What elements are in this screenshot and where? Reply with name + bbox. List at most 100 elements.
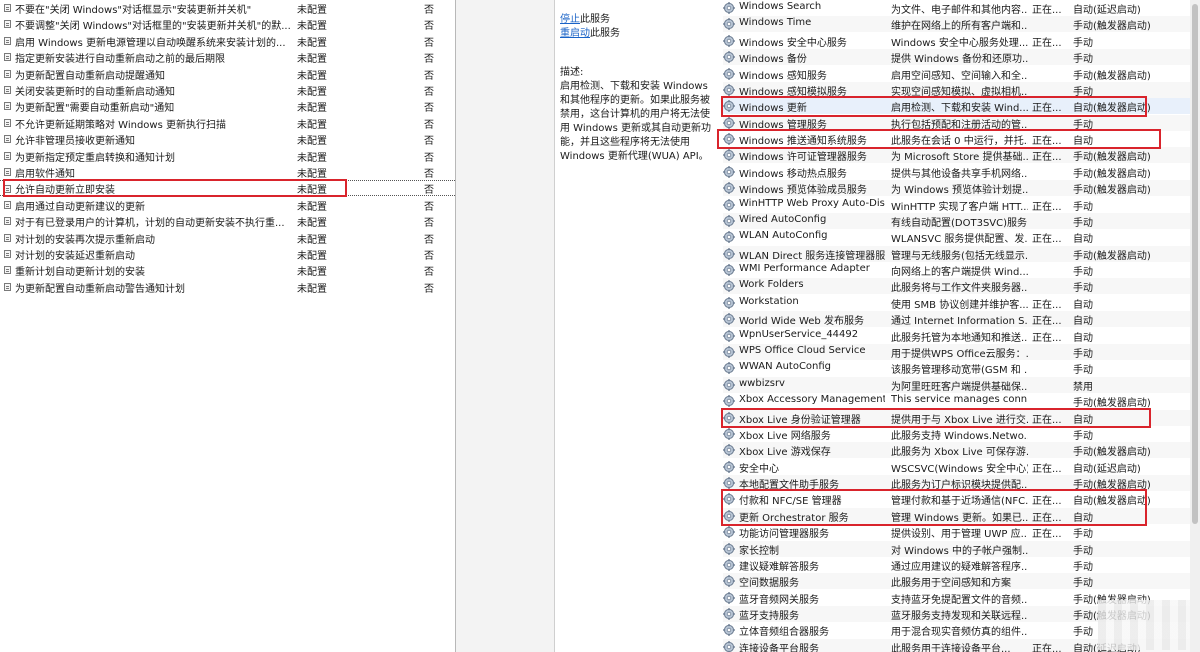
policy-row[interactable]: 对计划的安装延迟重新启动 未配置 否 <box>0 246 455 262</box>
service-row[interactable]: wwbizsrv 为阿里旺旺客户端提供基础保... 禁用 <box>723 376 1200 393</box>
policy-row[interactable]: 为更新配置"需要自动重新启动"通知 未配置 否 <box>0 98 455 114</box>
service-name: Windows Search <box>739 1 822 12</box>
policy-comment: 否 <box>424 70 434 82</box>
service-desc: This service manages conn... <box>891 394 1028 406</box>
service-startup-type: 手动(触发器启动) <box>1073 168 1151 180</box>
policy-comment: 否 <box>424 234 434 246</box>
service-startup-type: 自动(延迟启动) <box>1073 5 1141 16</box>
service-status: 正在... <box>1032 299 1062 311</box>
policy-setting-icon <box>4 217 11 226</box>
service-row[interactable]: Windows 移动热点服务 提供与其他设备共享手机网络... 手动(触发器启动) <box>723 164 1200 180</box>
service-row[interactable]: Windows 感知服务 启用空间感知、空间输入和全... 手动(触发器启动) <box>723 66 1200 82</box>
policy-row[interactable]: 为更新指定预定重启转换和通知计划 未配置 否 <box>0 148 455 164</box>
policy-row[interactable]: 不允许更新延期策略对 Windows 更新执行扫描 未配置 否 <box>0 115 455 131</box>
service-row[interactable]: Windows 预览体验成员服务 为 Windows 预览体验计划提... 手动(触… <box>723 180 1200 197</box>
policy-name: 为更新配置自动重新启动提醒通知 <box>15 70 165 82</box>
policy-state: 未配置 <box>297 169 327 180</box>
service-row[interactable]: Windows 安全中心服务 Windows 安全中心服务处理... 正在... 手动 <box>723 33 1200 49</box>
service-gear-icon <box>723 542 735 555</box>
restart-service-link[interactable]: 重启动 <box>560 28 590 39</box>
policy-row[interactable]: 不要在"关闭 Windows"对话框显示"安装更新并关机" 未配置 否 <box>0 0 455 16</box>
service-row[interactable]: WWAN AutoConfig 该服务管理移动宽带(GSM 和 ... 手动 <box>723 360 1200 376</box>
stop-service-link[interactable]: 停止 <box>560 14 580 25</box>
policy-row[interactable]: 启用软件通知 未配置 否 <box>0 164 455 180</box>
policy-state: 未配置 <box>297 267 327 279</box>
service-row[interactable]: Windows 推送通知系统服务 此服务在会话 0 中运行，并托... 正在... 自… <box>723 131 1200 147</box>
policy-row[interactable]: 允许非管理员接收更新通知 未配置 否 <box>0 131 455 147</box>
policy-name: 允许自动更新立即安装 <box>15 185 115 197</box>
service-row[interactable]: 空间数据服务 此服务用于空间感知和方案 手动 <box>723 573 1200 590</box>
policy-row[interactable]: 允许自动更新立即安装 未配置 否 <box>0 180 455 197</box>
policy-comment: 否 <box>424 54 434 66</box>
service-row[interactable]: 更新 Orchestrator 服务 管理 Windows 更新。如果已... 正在… <box>723 507 1200 524</box>
policy-row[interactable]: 指定更新安装进行自动重新启动之前的最后期限 未配置 否 <box>0 49 455 65</box>
scroll-thumb[interactable] <box>1192 4 1198 524</box>
service-name: WLAN Direct 服务连接管理器服务 <box>739 250 885 262</box>
policy-row[interactable]: 对计划的安装再次提示重新启动 未配置 否 <box>0 230 455 246</box>
policy-setting-icon <box>4 250 11 258</box>
service-row[interactable]: Xbox Accessory Management ... This servic… <box>723 393 1200 409</box>
service-row[interactable]: Windows 许可证管理器服务 为 Microsoft Store 提供基础..… <box>723 147 1200 164</box>
service-row[interactable]: Windows 更新 启用检测、下载和安装 Wind... 正在... 自动(触发器启… <box>723 98 1200 115</box>
service-row[interactable]: Xbox Live 网络服务 此服务支持 Windows.Netwo... 手动 <box>723 426 1200 442</box>
policy-row[interactable]: 不要调整"关闭 Windows"对话框里的"安装更新并关机"的默... 未配置 否 <box>0 16 455 32</box>
service-startup-type: 自动(触发器启动) <box>1073 496 1151 508</box>
service-row[interactable]: WPS Office Cloud Service 用于提供WPS Office云服… <box>723 343 1200 360</box>
service-row[interactable]: Windows 管理服务 执行包括预配和注册活动的管... 手动 <box>723 114 1200 131</box>
service-row[interactable]: Wired AutoConfig 有线自动配置(DOT3SVC)服务... 手动 <box>723 212 1200 229</box>
service-row[interactable]: Windows 感知模拟服务 实现空间感知模拟、虚拟相机... 手动 <box>723 81 1200 98</box>
service-row[interactable]: Windows 备份 提供 Windows 备份和还原功... 手动 <box>723 49 1200 66</box>
service-name: WpnUserService_44492 <box>739 328 859 340</box>
service-startup-type: 手动 <box>1073 54 1093 66</box>
service-row[interactable]: 本地配置文件助手服务 此服务为订户标识模块提供配... 手动(触发器启动) <box>723 475 1200 492</box>
pane-divider[interactable] <box>456 0 555 652</box>
policy-setting-icon <box>4 4 11 12</box>
service-row[interactable]: WpnUserService_44492 此服务托管为本地通知和推送... 正在..… <box>723 328 1200 344</box>
service-row[interactable]: 功能访问管理器服务 提供设别、用于管理 UWP 应... 正在... 手动 <box>723 524 1200 540</box>
service-row[interactable]: Xbox Live 身份验证管理器 提供用于与 Xbox Live 进行交... 正… <box>723 409 1200 426</box>
service-row[interactable]: Windows Time 维护在网络上的所有客户端和... 手动(触发器启动) <box>723 16 1200 33</box>
vertical-scrollbar[interactable] <box>1190 0 1200 652</box>
service-row[interactable]: WLAN Direct 服务连接管理器服务 管理与无线服务(包括无线显示... 手动… <box>723 245 1200 262</box>
service-row[interactable]: 付款和 NFC/SE 管理器 管理付款和基于近场通信(NFC... 正在... 自动(… <box>723 491 1200 507</box>
policy-row[interactable]: 为更新配置自动重新启动警告通知计划 未配置 否 <box>0 279 455 295</box>
service-gear-icon <box>723 18 735 31</box>
service-gear-icon <box>723 526 735 539</box>
service-row[interactable]: Work Folders 此服务将与工作文件夹服务器... 手动 <box>723 278 1200 295</box>
policy-name: 对计划的安装再次提示重新启动 <box>15 234 155 246</box>
policy-comment: 否 <box>424 21 434 33</box>
policy-row[interactable]: 重新计划自动更新计划的安装 未配置 否 <box>0 262 455 278</box>
policy-row[interactable]: 启用 Windows 更新电源管理以自动唤醒系统来安装计划的... 未配置 否 <box>0 33 455 49</box>
service-status: 正在... <box>1032 5 1062 16</box>
policy-row[interactable]: 启用通过自动更新建议的更新 未配置 否 <box>0 197 455 213</box>
service-status: 正在... <box>1032 414 1062 426</box>
service-row[interactable]: 安全中心 WSCSVC(Windows 安全中心)... 正在... 自动(延迟启动) <box>723 459 1200 475</box>
service-startup-type: 手动 <box>1073 267 1093 279</box>
policy-row[interactable]: 对于有已登录用户的计算机，计划的自动更新安装不执行重... 未配置 否 <box>0 213 455 229</box>
policy-setting-icon <box>4 266 11 275</box>
policy-name: 关闭安装更新时的自动重新启动通知 <box>15 87 175 98</box>
policy-row[interactable]: 关闭安装更新时的自动重新启动通知 未配置 否 <box>0 82 455 98</box>
service-gear-icon <box>723 427 735 440</box>
service-name: Windows 管理服务 <box>739 119 827 131</box>
service-row[interactable]: 建议疑难解答服务 通过应用建议的疑难解答程序... 手动 <box>723 557 1200 573</box>
service-desc: 启用检测、下载和安装 Wind... <box>891 103 1028 115</box>
service-row[interactable]: World Wide Web 发布服务 通过 Internet Informati… <box>723 311 1200 328</box>
service-row[interactable]: 家长控制 对 Windows 中的子帐户强制... 手动 <box>723 540 1200 557</box>
policy-comment: 否 <box>424 87 434 98</box>
service-row[interactable]: WinHTTP Web Proxy Auto-Dis... WinHTTP 实现了… <box>723 197 1200 213</box>
service-row[interactable]: Workstation 使用 SMB 协议创建并维护客... 正在... 自动 <box>723 295 1200 311</box>
service-name: 蓝牙支持服务 <box>739 611 799 623</box>
service-row[interactable]: Xbox Live 游戏保存 此服务为 Xbox Live 可保存游... 手动(触… <box>723 442 1200 459</box>
policy-name: 不要在"关闭 Windows"对话框显示"安装更新并关机" <box>15 5 252 16</box>
service-startup-type: 手动 <box>1073 37 1093 49</box>
service-row[interactable]: Windows Search 为文件、电子邮件和其他内容... 正在... 自动(延迟… <box>723 0 1200 16</box>
service-startup-type: 手动 <box>1073 627 1093 639</box>
service-name: Windows 安全中心服务 <box>739 37 847 49</box>
policy-row[interactable]: 为更新配置自动重新启动提醒通知 未配置 否 <box>0 66 455 82</box>
service-startup-type: 自动 <box>1073 234 1093 246</box>
service-gear-icon <box>723 558 735 571</box>
service-row[interactable]: WMI Performance Adapter 向网络上的客户端提供 Wind..… <box>723 262 1200 278</box>
policy-setting-icon <box>4 168 11 176</box>
service-row[interactable]: WLAN AutoConfig WLANSVC 服务提供配置、发... 正在... 自… <box>723 229 1200 245</box>
